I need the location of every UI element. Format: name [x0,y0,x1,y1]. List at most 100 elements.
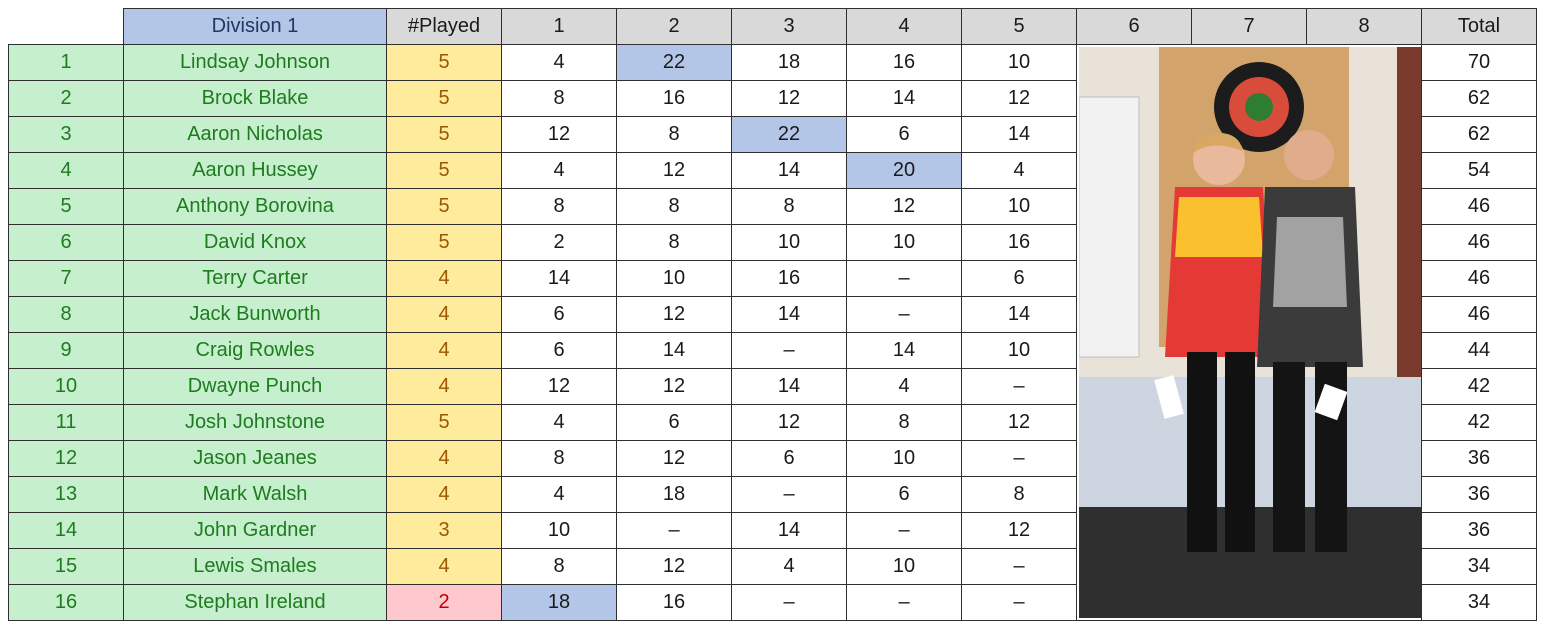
played-count: 5 [386,116,502,153]
round-4-score: 12 [846,188,962,225]
round-4-score: – [846,584,962,621]
round-3-score: – [731,584,847,621]
round-5-score: – [961,368,1077,405]
round-4-score: 6 [846,116,962,153]
round-3-score: 12 [731,404,847,441]
rank-cell: 13 [8,476,124,513]
round-1-score: 4 [501,476,617,513]
played-count: 5 [386,224,502,261]
round-3-score: 12 [731,80,847,117]
round-2-score: 8 [616,116,732,153]
round-5-score: – [961,548,1077,585]
rank-cell: 2 [8,80,124,117]
header-played: #Played [386,8,502,45]
round-4-score: 10 [846,548,962,585]
round-3-score: 10 [731,224,847,261]
player-name: John Gardner [123,512,387,549]
round-1-score: 12 [501,116,617,153]
two-players-photo [1079,47,1421,618]
player-name: Josh Johnstone [123,404,387,441]
round-5-score: 12 [961,80,1077,117]
round-5-score: 16 [961,224,1077,261]
rank-cell: 1 [8,44,124,81]
total-cell: 46 [1421,296,1537,333]
round-5-score: – [961,440,1077,477]
total-cell: 62 [1421,116,1537,153]
player-name: Anthony Borovina [123,188,387,225]
played-count: 4 [386,548,502,585]
round-2-score: 16 [616,584,732,621]
played-count: 4 [386,440,502,477]
round-1-score: 6 [501,296,617,333]
round-4-score: 10 [846,224,962,261]
total-cell: 36 [1421,440,1537,477]
header-division: Division 1 [123,8,387,45]
header-row: Division 1 #Played 1 2 3 4 5 6 7 8 Total [8,8,1537,45]
round-1-score: 12 [501,368,617,405]
rank-cell: 7 [8,260,124,297]
round-4-score: 20 [846,152,962,189]
round-1-score: 8 [501,188,617,225]
round-2-score: 8 [616,188,732,225]
round-3-score: 16 [731,260,847,297]
header-round-5: 5 [961,8,1077,45]
played-count: 5 [386,188,502,225]
round-4-score: 10 [846,440,962,477]
rank-cell: 10 [8,368,124,405]
header-total: Total [1421,8,1537,45]
round-3-score: 14 [731,368,847,405]
round-4-score: 14 [846,80,962,117]
round-5-score: 4 [961,152,1077,189]
round-4-score: 8 [846,404,962,441]
round-3-score: 18 [731,44,847,81]
round-1-score: 4 [501,44,617,81]
player-name: Stephan Ireland [123,584,387,621]
round-2-score: 6 [616,404,732,441]
total-cell: 70 [1421,44,1537,81]
round-4-score: 6 [846,476,962,513]
round-3-score: 14 [731,512,847,549]
rank-cell: 12 [8,440,124,477]
round-5-score: 14 [961,116,1077,153]
header-round-6: 6 [1076,8,1192,45]
round-5-score: 12 [961,404,1077,441]
round-5-score: 10 [961,188,1077,225]
round-2-score: – [616,512,732,549]
total-cell: 42 [1421,368,1537,405]
round-3-score: 4 [731,548,847,585]
header-round-4: 4 [846,8,962,45]
round-2-score: 8 [616,224,732,261]
total-cell: 46 [1421,224,1537,261]
played-count: 5 [386,152,502,189]
rank-cell: 11 [8,404,124,441]
player-name: Brock Blake [123,80,387,117]
played-count: 5 [386,80,502,117]
total-cell: 42 [1421,404,1537,441]
rank-cell: 8 [8,296,124,333]
played-count: 4 [386,368,502,405]
total-cell: 46 [1421,188,1537,225]
round-3-score: 14 [731,296,847,333]
round-1-score: 8 [501,80,617,117]
round-5-score: 8 [961,476,1077,513]
total-cell: 46 [1421,260,1537,297]
total-cell: 54 [1421,152,1537,189]
player-name: Dwayne Punch [123,368,387,405]
round-2-score: 12 [616,296,732,333]
round-5-score: – [961,584,1077,621]
rank-cell: 4 [8,152,124,189]
round-2-score: 12 [616,368,732,405]
round-3-score: – [731,476,847,513]
standings-table: Division 1 #Played 1 2 3 4 5 6 7 8 Total… [8,8,1537,621]
round-3-score: 14 [731,152,847,189]
header-round-2: 2 [616,8,732,45]
header-round-1: 1 [501,8,617,45]
rank-cell: 6 [8,224,124,261]
round-5-score: 10 [961,332,1077,369]
player-name: Craig Rowles [123,332,387,369]
player-name: Jason Jeanes [123,440,387,477]
round-4-score: – [846,512,962,549]
player-name: Mark Walsh [123,476,387,513]
round-2-score: 14 [616,332,732,369]
total-cell: 34 [1421,584,1537,621]
